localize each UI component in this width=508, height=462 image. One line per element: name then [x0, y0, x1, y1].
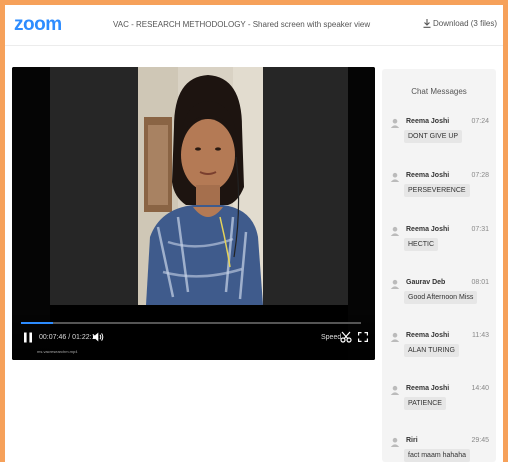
message-text: HECTIC	[404, 238, 439, 251]
recording-title: VAC - RESEARCH METHODOLOGY - Shared scre…	[113, 20, 371, 29]
progress-fill	[21, 322, 54, 324]
progress-bar[interactable]	[21, 322, 361, 324]
speaker-image	[138, 67, 263, 305]
user-avatar-icon	[390, 332, 400, 342]
volume-icon[interactable]	[92, 331, 104, 343]
fullscreen-icon[interactable]	[358, 332, 368, 342]
chat-title: Chat Messages	[411, 87, 467, 96]
app-window: zoom VAC - RESEARCH METHODOLOGY - Shared…	[5, 5, 503, 462]
chat-message: Riri 29:45 fact maam hahaha	[382, 434, 496, 462]
message-text: ALAN TURING	[404, 344, 459, 357]
pause-icon[interactable]	[23, 332, 33, 343]
user-avatar-icon	[390, 385, 400, 395]
download-link[interactable]: Download (3 files)	[423, 19, 497, 28]
player-controls: 00:07:46 / 01:22:11 ms.vacresearchm.mp4 …	[12, 315, 375, 360]
top-bar: zoom VAC - RESEARCH METHODOLOGY - Shared…	[5, 5, 503, 46]
download-icon	[423, 19, 431, 28]
chat-message: Gaurav Deb 08:01 Good Afternoon Miss	[382, 276, 496, 324]
message-text: PATIENCE	[404, 397, 446, 410]
message-time: 07:31	[471, 226, 489, 233]
scissors-icon[interactable]	[340, 331, 352, 343]
message-text: PERSEVERENCE	[404, 184, 470, 197]
message-text: DONT GIVE UP	[404, 130, 463, 143]
download-label: Download (3 files)	[432, 19, 497, 28]
user-avatar-icon	[390, 437, 400, 447]
message-sender: Reema Joshi	[406, 118, 450, 125]
chat-message: Reema Joshi 07:31 HECTIC	[382, 223, 496, 271]
time-readout: 00:07:46 / 01:22:11	[39, 334, 99, 341]
message-time: 08:01	[471, 279, 489, 286]
message-time: 29:45	[471, 437, 489, 444]
message-text: fact maam hahaha	[404, 449, 470, 462]
message-sender: Reema Joshi	[406, 226, 450, 233]
message-sender: Reema Joshi	[406, 385, 450, 392]
message-time: 11:43	[472, 332, 489, 339]
chat-message: Reema Joshi 11:43 ALAN TURING	[382, 329, 496, 377]
message-time: 07:24	[471, 118, 489, 125]
message-text: Good Afternoon Miss	[404, 291, 478, 304]
message-time: 14:40	[471, 385, 489, 392]
video-player[interactable]: 00:07:46 / 01:22:11 ms.vacresearchm.mp4 …	[12, 67, 375, 360]
speed-button[interactable]: Speed	[321, 334, 341, 341]
file-caption: ms.vacresearchm.mp4	[37, 349, 78, 354]
user-avatar-icon	[390, 279, 400, 289]
chat-panel: Chat Messages Reema Joshi 07:24 DONT GIV…	[382, 69, 496, 462]
message-sender: Reema Joshi	[406, 172, 450, 179]
current-time: 00:07:46	[39, 334, 67, 341]
message-sender: Gaurav Deb	[406, 279, 446, 286]
message-sender: Riri	[406, 437, 418, 444]
message-time: 07:28	[471, 172, 489, 179]
zoom-logo[interactable]: zoom	[14, 14, 62, 36]
message-sender: Reema Joshi	[406, 332, 450, 339]
user-avatar-icon	[390, 118, 400, 128]
chat-message: Reema Joshi 07:28 PERSEVERENCE	[382, 169, 496, 217]
video-background-left	[50, 67, 138, 305]
speaker-video-frame	[138, 67, 263, 305]
chat-message: Reema Joshi 14:40 PATIENCE	[382, 382, 496, 430]
video-background-right	[263, 67, 348, 305]
user-avatar-icon	[390, 226, 400, 236]
chat-message: Reema Joshi 07:24 DONT GIVE UP	[382, 115, 496, 163]
user-avatar-icon	[390, 172, 400, 182]
